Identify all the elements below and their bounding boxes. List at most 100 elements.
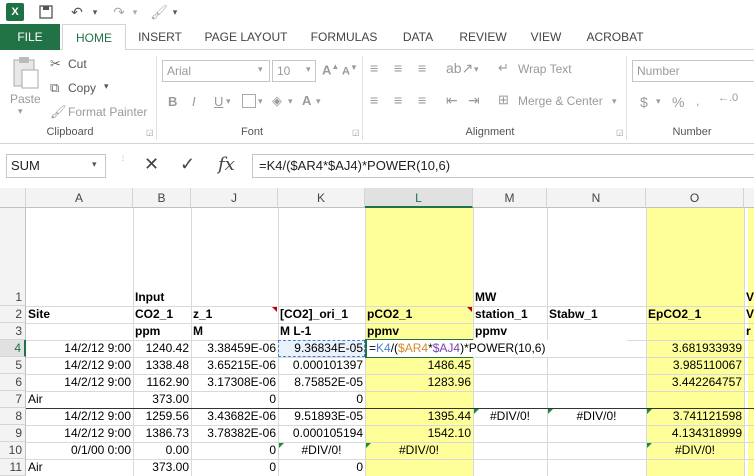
cell-a6[interactable]: 14/2/12 9:00 <box>26 374 133 391</box>
cell-b4[interactable]: 1240.42 <box>133 340 191 357</box>
redo-dropdown-icon[interactable]: ▾ <box>130 2 140 22</box>
borders-icon[interactable] <box>242 94 256 108</box>
font-name-combo[interactable]: Arial <box>162 60 270 82</box>
name-box-dropdown-icon[interactable]: ▾ <box>92 159 97 170</box>
format-painter-button[interactable]: Format Painter <box>68 105 147 119</box>
merge-center-button[interactable]: Merge & Center <box>518 94 603 108</box>
tab-insert[interactable]: INSERT <box>134 24 186 50</box>
row-header-3[interactable]: 3 <box>0 323 26 340</box>
column-header-a[interactable]: A <box>26 188 133 208</box>
cell-a9[interactable]: 14/2/12 9:00 <box>26 425 133 442</box>
cell-k10[interactable]: #DIV/0! <box>278 442 365 459</box>
cell-j9[interactable]: 3.78382E-06 <box>191 425 278 442</box>
cell-k5[interactable]: 0.000101397 <box>278 357 365 374</box>
align-left-icon[interactable]: ≡ <box>370 92 378 108</box>
cell-p1[interactable]: V <box>744 289 754 306</box>
merge-center-icon[interactable]: ⊞ <box>498 92 509 108</box>
row-header-10[interactable]: 10 <box>0 442 26 459</box>
increase-indent-icon[interactable]: ⇥ <box>468 92 480 109</box>
cell-a7[interactable]: Air <box>26 391 133 408</box>
cell-a11[interactable]: Air <box>26 459 133 476</box>
cell-j3[interactable]: M <box>191 323 278 340</box>
row-header-8[interactable]: 8 <box>0 408 26 425</box>
row-header-4[interactable]: 4 <box>0 340 26 357</box>
cell-o2[interactable]: EpCO2_1 <box>646 306 744 323</box>
tab-view[interactable]: VIEW <box>524 24 568 50</box>
cell-l2[interactable]: pCO2_1 <box>365 306 473 323</box>
column-header-b[interactable]: B <box>133 188 191 208</box>
cell-b6[interactable]: 1162.90 <box>133 374 191 391</box>
decrease-indent-icon[interactable]: ⇤ <box>446 92 458 109</box>
tab-formulas[interactable]: FORMULAS <box>306 24 382 50</box>
copy-dropdown-icon[interactable]: ▾ <box>104 81 109 92</box>
cell-b3[interactable]: ppm <box>133 323 191 340</box>
cell-k11[interactable]: 0 <box>278 459 365 476</box>
increase-decimal-icon[interactable]: ←.0 <box>718 92 738 104</box>
cell-o8[interactable]: 3.741121598 <box>646 408 744 425</box>
fill-color-icon[interactable]: ◈ <box>272 93 282 109</box>
formula-input[interactable]: =K4/($AR4*$AJ4)*POWER(10,6) <box>252 154 754 178</box>
decrease-font-icon[interactable]: A▼ <box>342 63 358 78</box>
cell-p3[interactable]: r <box>744 323 754 340</box>
cell-b10[interactable]: 0.00 <box>133 442 191 459</box>
tab-page-layout[interactable]: PAGE LAYOUT <box>200 24 292 50</box>
copy-icon[interactable]: ⧉ <box>50 80 59 96</box>
undo-dropdown-icon[interactable]: ▾ <box>90 2 100 22</box>
cell-b1[interactable]: Input <box>133 289 191 306</box>
wrap-text-icon[interactable]: ↵ <box>498 60 509 76</box>
cell-k8[interactable]: 9.51893E-05 <box>278 408 365 425</box>
cell-k3[interactable]: M L-1 <box>278 323 365 340</box>
row-header-6[interactable]: 6 <box>0 374 26 391</box>
cut-icon[interactable]: ✂ <box>50 56 61 72</box>
cancel-button[interactable]: ✕ <box>144 154 159 175</box>
column-header-j[interactable]: J <box>191 188 278 208</box>
align-right-icon[interactable]: ≡ <box>418 92 426 108</box>
cell-m1[interactable]: MW <box>473 289 547 306</box>
cell-j7[interactable]: 0 <box>191 391 278 408</box>
redo-icon[interactable]: ↷ <box>108 2 130 22</box>
column-header-k[interactable]: K <box>278 188 365 208</box>
cell-k4[interactable]: 9.36834E-05 <box>278 340 365 357</box>
cell-m3[interactable]: ppmv <box>473 323 547 340</box>
cell-j4[interactable]: 3.38459E-06 <box>191 340 278 357</box>
increase-font-icon[interactable]: A▲ <box>322 62 339 77</box>
worksheet-grid[interactable]: A B J K L M N O 1 2 3 4 5 6 7 8 9 10 11 … <box>0 188 754 476</box>
row-header-1[interactable]: 1 <box>0 208 26 306</box>
cell-p2[interactable]: V <box>744 306 754 323</box>
resize-grip-icon[interactable]: ⋮ <box>120 156 126 162</box>
cell-o6[interactable]: 3.442264757 <box>646 374 744 391</box>
font-color-dropdown-icon[interactable]: ▾ <box>316 96 321 107</box>
cell-l5[interactable]: 1486.45 <box>365 357 473 374</box>
customize-qat-icon[interactable]: ▾ <box>170 2 180 22</box>
font-color-icon[interactable]: A <box>302 93 311 108</box>
cell-l4-edit[interactable]: =K4/($AR4*$AJ4)*POWER(10,6) <box>367 340 627 357</box>
insert-function-button[interactable]: fx <box>218 154 235 175</box>
fill-color-dropdown-icon[interactable]: ▾ <box>288 96 293 107</box>
wrap-text-button[interactable]: Wrap Text <box>518 62 572 76</box>
italic-button[interactable]: I <box>192 94 196 109</box>
row-header-9[interactable]: 9 <box>0 425 26 442</box>
cell-n2[interactable]: Stabw_1 <box>547 306 646 323</box>
cell-j6[interactable]: 3.17308E-06 <box>191 374 278 391</box>
tab-data[interactable]: DATA <box>396 24 440 50</box>
orientation-dropdown-icon[interactable]: ▾ <box>474 64 479 75</box>
select-all-corner[interactable] <box>0 188 26 208</box>
tab-home[interactable]: HOME <box>62 24 126 51</box>
cell-l8[interactable]: 1395.44 <box>365 408 473 425</box>
row-header-5[interactable]: 5 <box>0 357 26 374</box>
cell-o10[interactable]: #DIV/0! <box>646 442 744 459</box>
cell-o4[interactable]: 3.681933939 <box>646 340 744 357</box>
cell-k6[interactable]: 8.75852E-05 <box>278 374 365 391</box>
currency-dropdown-icon[interactable]: ▾ <box>656 96 661 107</box>
cell-j8[interactable]: 3.43682E-06 <box>191 408 278 425</box>
format-painter-qat-icon[interactable]: 🖌 <box>148 2 170 22</box>
clipboard-launcher-icon[interactable]: ◲ <box>146 128 154 137</box>
paste-dropdown-icon[interactable]: ▾ <box>18 106 23 117</box>
align-top-icon[interactable]: ≡ <box>370 60 378 76</box>
cell-b8[interactable]: 1259.56 <box>133 408 191 425</box>
format-painter-icon[interactable]: 🖌 <box>50 104 67 120</box>
paste-button[interactable]: Paste <box>10 92 41 106</box>
underline-button[interactable]: U <box>214 94 223 109</box>
cell-a10[interactable]: 0/1/00 0:00 <box>26 442 133 459</box>
align-bottom-icon[interactable]: ≡ <box>418 60 426 76</box>
